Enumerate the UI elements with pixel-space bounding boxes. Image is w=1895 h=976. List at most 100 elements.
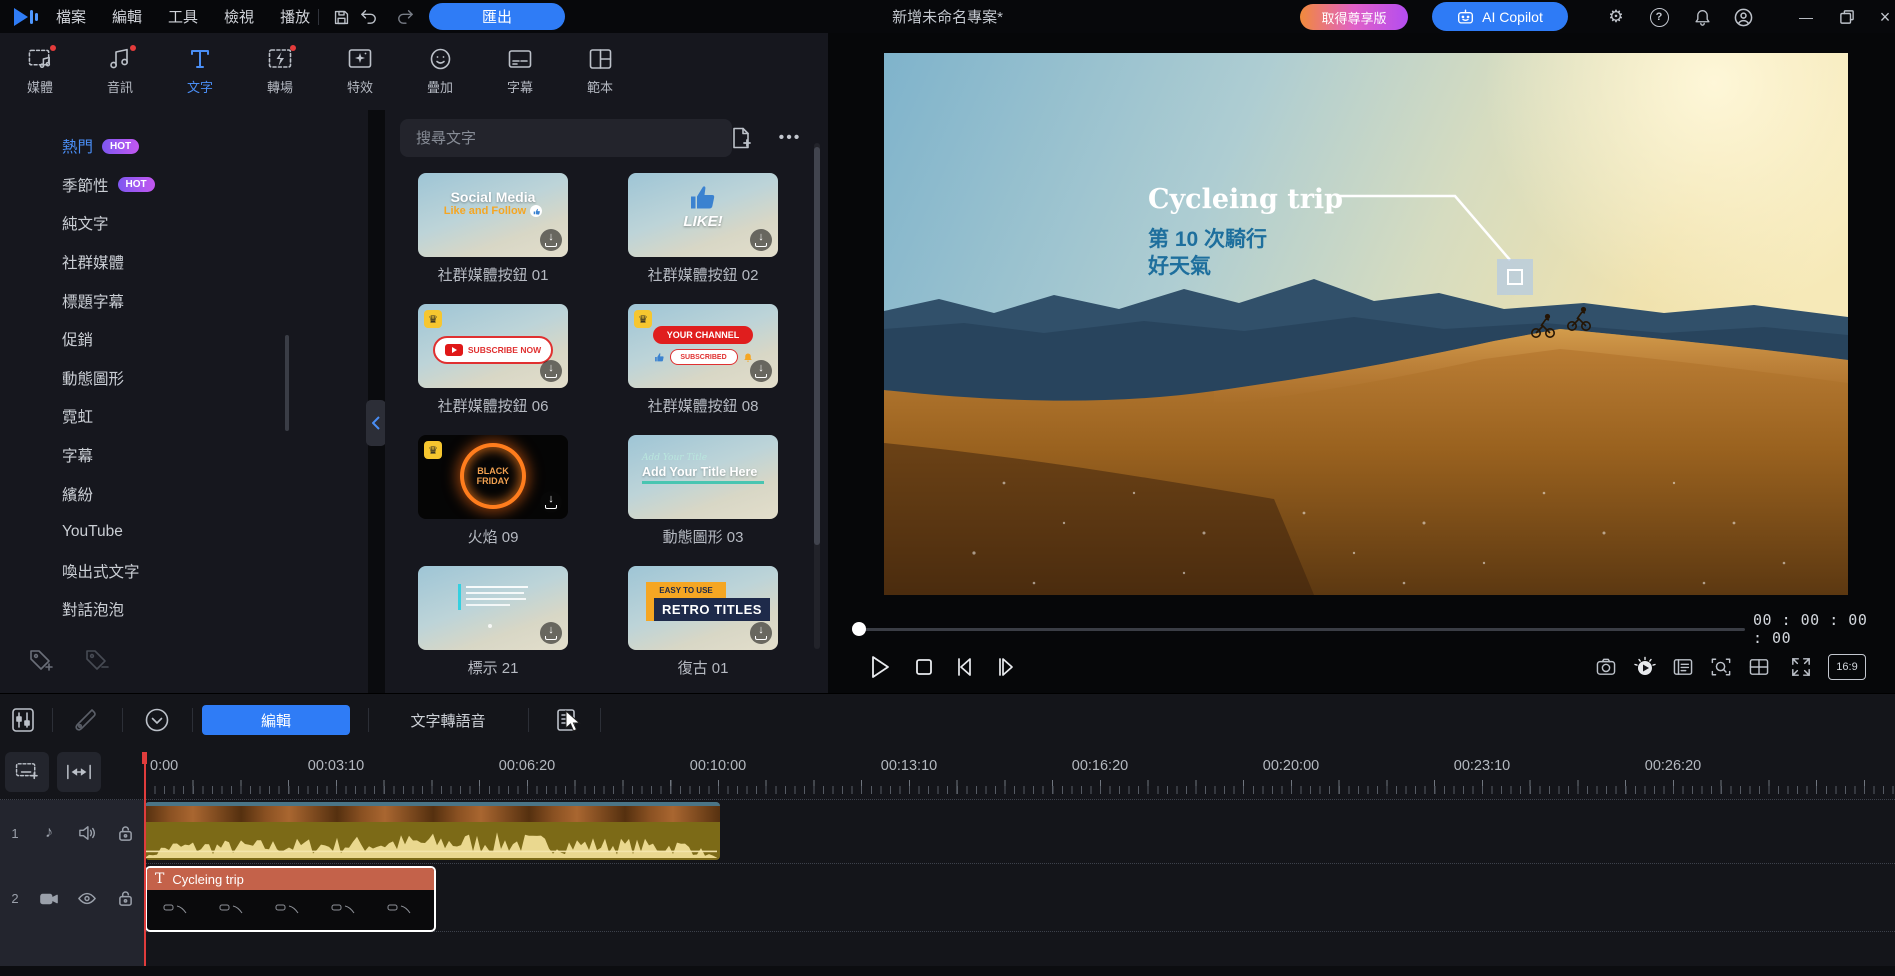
menu-view[interactable]: 檢視: [224, 6, 254, 27]
ruler-tick-label: 00:16:20: [1071, 758, 1129, 774]
category-promo[interactable]: 促銷: [0, 320, 368, 359]
tab-effects-label: 特效: [346, 79, 373, 95]
mute-speaker-icon[interactable]: [68, 825, 106, 841]
playhead-line[interactable]: [144, 752, 146, 966]
track-manager-icon[interactable]: [8, 705, 38, 735]
snap-toggle-button[interactable]: [57, 752, 101, 792]
chevron-left-icon: [372, 416, 380, 430]
aspect-ratio-button[interactable]: 16:9: [1828, 654, 1866, 680]
ai-copilot-button[interactable]: AI Copilot: [1432, 2, 1568, 31]
more-options-icon[interactable]: •••: [773, 124, 807, 152]
export-button[interactable]: 匯出: [429, 3, 565, 30]
tab-text[interactable]: 文字: [160, 33, 240, 110]
category-subtitles[interactable]: 字幕: [0, 436, 368, 475]
timeline-hscrollbar-area[interactable]: [0, 966, 1895, 976]
category-neon[interactable]: 霓虹: [0, 397, 368, 436]
text-clip[interactable]: T Cycleing trip: [145, 866, 436, 932]
sidebar-scrollbar[interactable]: [285, 335, 289, 431]
tab-templates[interactable]: 範本: [560, 33, 640, 110]
overlay-subtitle-text[interactable]: 第 10 次騎行: [1148, 227, 1267, 251]
tab-overlay[interactable]: 疊加: [400, 33, 480, 110]
template-card[interactable]: ♛ SUBSCRIBE NOW ↓ 社群媒體按鈕 06: [418, 304, 568, 416]
split-view-icon[interactable]: [1743, 651, 1775, 683]
template-card[interactable]: ♛ BLACK FRIDAY ↓ 火焰 09: [418, 435, 568, 547]
redo-icon[interactable]: [392, 4, 418, 30]
edit-button[interactable]: 編輯: [202, 705, 350, 735]
video-audio-clip[interactable]: [145, 802, 720, 860]
play-button[interactable]: [864, 651, 896, 683]
seekbar-knob[interactable]: [852, 622, 866, 636]
manage-tracks-button[interactable]: [5, 752, 49, 792]
upgrade-button[interactable]: 取得尊享版: [1300, 4, 1408, 30]
category-seasonal[interactable]: 季節性 HOT: [0, 166, 368, 205]
close-button[interactable]: ×: [1872, 4, 1895, 30]
stop-button[interactable]: [908, 651, 940, 683]
tab-effects[interactable]: 特效: [320, 33, 400, 110]
help-icon[interactable]: ?: [1646, 4, 1672, 30]
tab-transition[interactable]: 轉場: [240, 33, 320, 110]
timeline-panel: 0:00 00:03:10 00:06:20 00:10:00 00:13:10…: [0, 745, 1895, 976]
menu-tools[interactable]: 工具: [168, 6, 198, 27]
category-youtube[interactable]: YouTube: [0, 513, 368, 552]
download-icon[interactable]: ↓: [540, 491, 562, 513]
download-icon[interactable]: ↓: [750, 622, 772, 644]
category-hot[interactable]: 熱門 HOT: [0, 127, 368, 166]
category-colorful[interactable]: 繽紛: [0, 474, 368, 513]
grid-scrollbar[interactable]: [814, 147, 820, 545]
tab-audio[interactable]: 音訊: [80, 33, 160, 110]
category-speech-bubble[interactable]: 對話泡泡: [0, 590, 368, 629]
menu-play[interactable]: 播放: [280, 6, 310, 27]
overlay-title-text[interactable]: Cycleing trip: [1148, 184, 1343, 215]
template-card[interactable]: Social Media Like and Follow ↓ 社群媒體按鈕 01: [418, 173, 568, 285]
tab-media[interactable]: 媒體: [0, 33, 80, 110]
next-frame-button[interactable]: [991, 651, 1023, 683]
template-card[interactable]: EASY TO USE RETRO TITLES ↓ 復古 01: [628, 566, 778, 678]
download-icon[interactable]: ↓: [540, 229, 562, 251]
previous-frame-button[interactable]: [950, 651, 982, 683]
import-file-icon[interactable]: [727, 124, 755, 152]
lock-icon[interactable]: [106, 890, 144, 907]
add-tag-icon[interactable]: [26, 646, 56, 676]
account-icon[interactable]: [1730, 4, 1756, 30]
category-titles[interactable]: 標題字幕: [0, 281, 368, 320]
blade-split-icon[interactable]: [70, 705, 100, 735]
text-to-speech-button[interactable]: 文字轉語音: [388, 705, 508, 735]
tab-subtitles[interactable]: 字幕: [480, 33, 560, 110]
category-callout[interactable]: 喚出式文字: [0, 552, 368, 591]
lock-icon[interactable]: [106, 825, 144, 842]
category-social-media[interactable]: 社群媒體: [0, 243, 368, 282]
fullscreen-icon[interactable]: [1785, 651, 1817, 683]
save-icon[interactable]: [328, 4, 354, 30]
template-card[interactable]: LIKE! ↓ 社群媒體按鈕 02: [628, 173, 778, 285]
render-preview-icon[interactable]: [1629, 651, 1661, 683]
snapshot-camera-icon[interactable]: [1590, 651, 1622, 683]
visibility-eye-icon[interactable]: [68, 892, 106, 905]
menu-edit[interactable]: 編輯: [112, 6, 142, 27]
category-motion-graphics[interactable]: 動態圖形: [0, 359, 368, 398]
download-icon[interactable]: ↓: [540, 622, 562, 644]
remove-tag-icon[interactable]: [82, 646, 112, 676]
minimize-button[interactable]: —: [1793, 4, 1819, 30]
download-icon[interactable]: ↓: [750, 229, 772, 251]
auto-ripple-icon[interactable]: [142, 705, 172, 735]
callout-handle-box[interactable]: [1497, 259, 1533, 295]
settings-gear-icon[interactable]: ⚙: [1603, 4, 1629, 30]
preview-seekbar[interactable]: [855, 628, 1745, 631]
zoom-fit-icon[interactable]: [1705, 651, 1737, 683]
download-icon[interactable]: ↓: [750, 360, 772, 382]
notifications-bell-icon[interactable]: [1689, 4, 1715, 30]
undo-icon[interactable]: [356, 4, 382, 30]
marker-list-icon[interactable]: [1667, 651, 1699, 683]
category-label: 對話泡泡: [62, 602, 125, 620]
overlay-subtitle-text[interactable]: 好天氣: [1147, 254, 1211, 278]
template-card[interactable]: Add Your Title Add Your Title Here 動態圖形 …: [628, 435, 778, 547]
search-input[interactable]: [400, 119, 732, 157]
maximize-button[interactable]: [1834, 4, 1860, 30]
menu-file[interactable]: 檔案: [56, 6, 86, 27]
category-plain-text[interactable]: 純文字: [0, 204, 368, 243]
template-card[interactable]: ↓ 標示 21: [418, 566, 568, 678]
collapse-panel-handle[interactable]: [366, 400, 386, 446]
video-canvas[interactable]: Cycleing trip 第 10 次騎行 好天氣: [884, 53, 1848, 595]
download-icon[interactable]: ↓: [540, 360, 562, 382]
template-card[interactable]: ♛ YOUR CHANNEL SUBSCRIBED ↓ 社群媒體按鈕 08: [628, 304, 778, 416]
